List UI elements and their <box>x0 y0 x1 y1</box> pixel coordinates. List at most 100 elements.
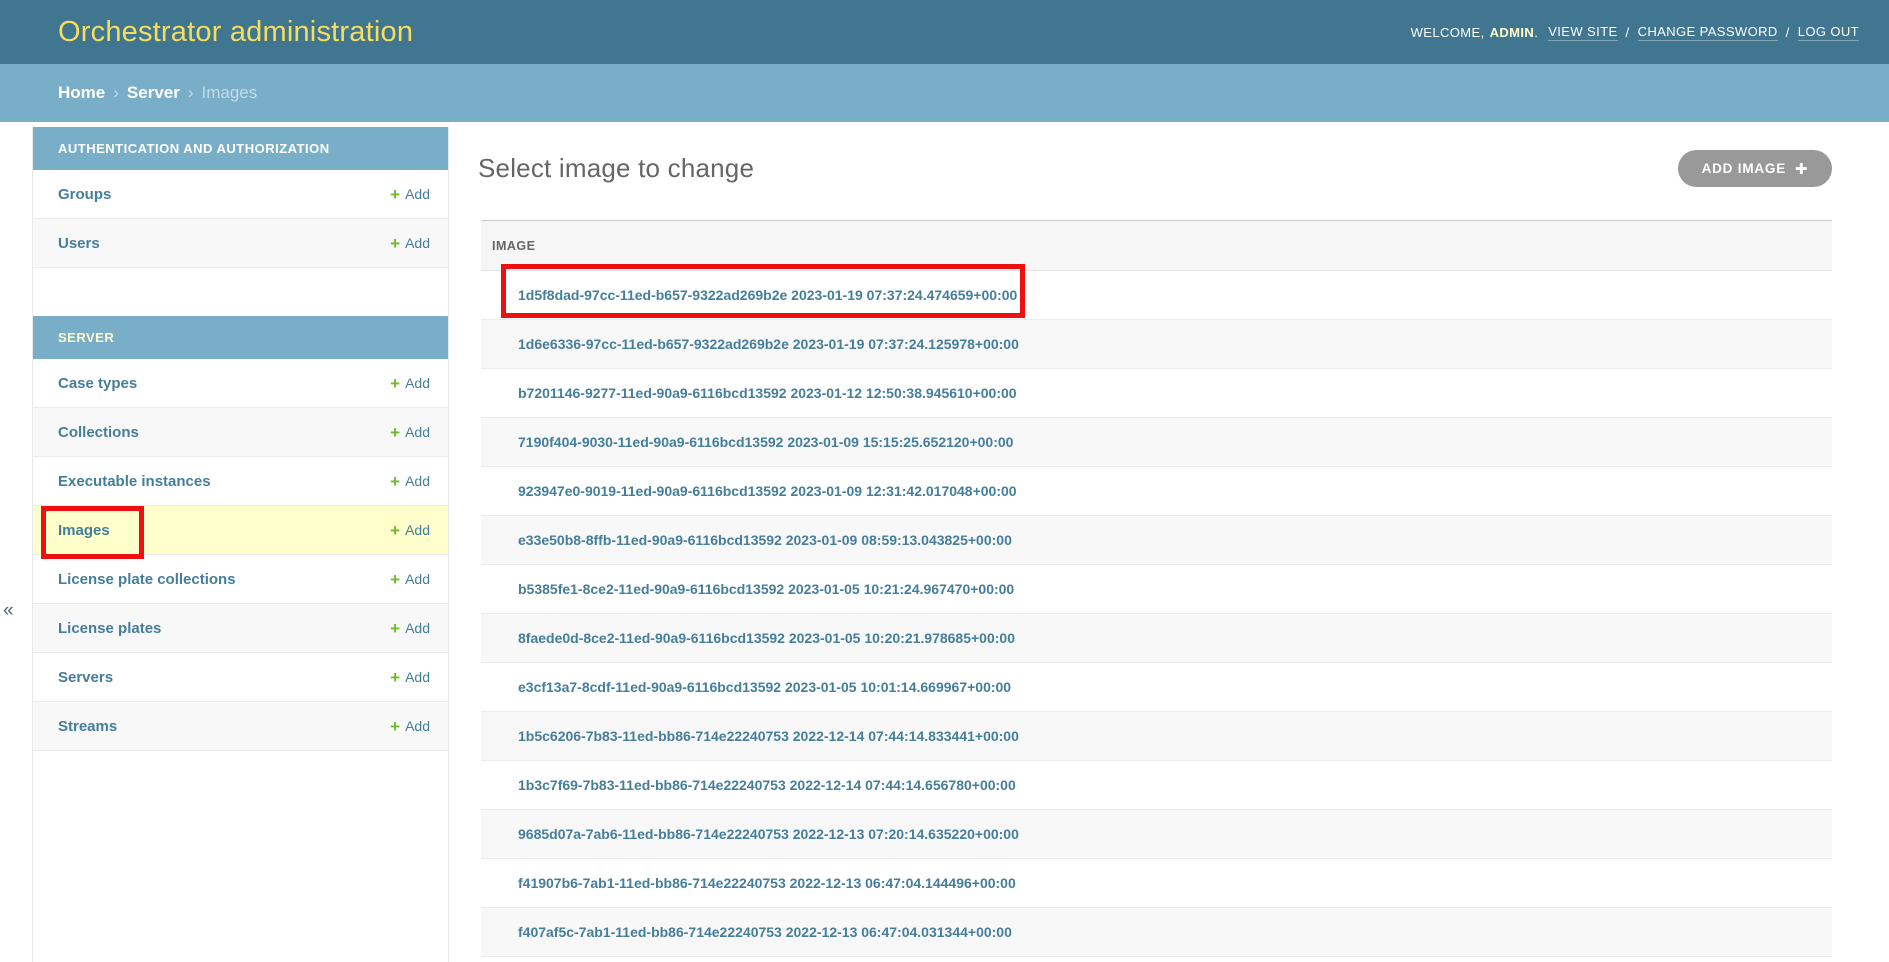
table-row: 1b5c6206-7b83-11ed-bb86-714e22240753 202… <box>481 712 1832 761</box>
sidebar-link-executable-instances[interactable]: Executable instances <box>58 473 211 490</box>
plus-icon: + <box>390 473 400 490</box>
add-image-button[interactable]: ADD IMAGE✚ <box>1678 150 1832 187</box>
sidebar-section-server: SERVER <box>33 316 448 359</box>
app-title[interactable]: Orchestrator administration <box>58 16 413 49</box>
add-label: Add <box>405 669 430 685</box>
user-tools-separator: / <box>1626 25 1630 40</box>
sidebar-item-collections: Collections + Add <box>33 408 448 457</box>
add-executable-instances-button[interactable]: + Add <box>390 473 430 490</box>
username: ADMIN <box>1490 25 1535 40</box>
table-row: f41907b6-7ab1-11ed-bb86-714e22240753 202… <box>481 859 1832 908</box>
image-link[interactable]: 8faede0d-8ce2-11ed-90a9-6116bcd13592 202… <box>518 630 1015 646</box>
sidebar-link-servers[interactable]: Servers <box>58 669 113 686</box>
add-label: Add <box>405 235 430 251</box>
add-label: Add <box>405 718 430 734</box>
plus-icon: + <box>390 186 400 203</box>
image-link[interactable]: 1b5c6206-7b83-11ed-bb86-714e22240753 202… <box>518 728 1019 744</box>
logout-link[interactable]: LOG OUT <box>1798 24 1859 41</box>
plus-icon: + <box>390 375 400 392</box>
table-row: 1d6e6336-97cc-11ed-b657-9322ad269b2e 202… <box>481 320 1832 369</box>
table-row: b7201146-9277-11ed-90a9-6116bcd13592 202… <box>481 369 1832 418</box>
add-servers-button[interactable]: + Add <box>390 669 430 686</box>
add-streams-button[interactable]: + Add <box>390 718 430 735</box>
add-images-button[interactable]: + Add <box>390 522 430 539</box>
sidebar-item-license-plates: License plates + Add <box>33 604 448 653</box>
table-row: b5385fe1-8ce2-11ed-90a9-6116bcd13592 202… <box>481 565 1832 614</box>
image-link[interactable]: 7190f404-9030-11ed-90a9-6116bcd13592 202… <box>518 434 1013 450</box>
add-label: Add <box>405 571 430 587</box>
plus-icon: + <box>390 620 400 637</box>
table-row: 1d5f8dad-97cc-11ed-b657-9322ad269b2e 202… <box>481 271 1832 320</box>
plus-icon: + <box>390 571 400 588</box>
add-groups-button[interactable]: + Add <box>390 186 430 203</box>
table-row: 8faede0d-8ce2-11ed-90a9-6116bcd13592 202… <box>481 614 1832 663</box>
user-tools-separator: / <box>1786 25 1790 40</box>
plus-icon: + <box>390 669 400 686</box>
breadcrumb-separator-icon: › <box>113 83 119 103</box>
add-label: Add <box>405 620 430 636</box>
image-link[interactable]: 9685d07a-7ab6-11ed-bb86-714e22240753 202… <box>518 826 1019 842</box>
image-link[interactable]: e3cf13a7-8cdf-11ed-90a9-6116bcd13592 202… <box>518 679 1011 695</box>
image-table: IMAGE 1d5f8dad-97cc-11ed-b657-9322ad269b… <box>481 220 1832 957</box>
add-license-plate-collections-button[interactable]: + Add <box>390 571 430 588</box>
breadcrumb-home[interactable]: Home <box>58 83 105 103</box>
sidebar-link-license-plate-collections[interactable]: License plate collections <box>58 571 236 588</box>
breadcrumb-server[interactable]: Server <box>127 83 180 103</box>
add-label: Add <box>405 375 430 391</box>
image-link[interactable]: 1d5f8dad-97cc-11ed-b657-9322ad269b2e 202… <box>518 287 1017 303</box>
plus-icon: + <box>390 235 400 252</box>
sidebar-link-groups[interactable]: Groups <box>58 186 111 203</box>
user-tools: WELCOME, ADMIN. VIEW SITE / CHANGE PASSWORD /… <box>1411 24 1863 41</box>
nav-sidebar: AUTHENTICATION AND AUTHORIZATION Groups … <box>32 127 449 962</box>
add-license-plates-button[interactable]: + Add <box>390 620 430 637</box>
table-row: f407af5c-7ab1-11ed-bb86-714e22240753 202… <box>481 908 1832 957</box>
sidebar-link-streams[interactable]: Streams <box>58 718 117 735</box>
sidebar-item-case-types: Case types + Add <box>33 359 448 408</box>
add-image-label: ADD IMAGE <box>1702 161 1786 176</box>
add-case-types-button[interactable]: + Add <box>390 375 430 392</box>
image-link[interactable]: e33e50b8-8ffb-11ed-90a9-6116bcd13592 202… <box>518 532 1012 548</box>
plus-icon: + <box>390 424 400 441</box>
image-link[interactable]: f41907b6-7ab1-11ed-bb86-714e22240753 202… <box>518 875 1016 891</box>
breadcrumb-current: Images <box>202 83 258 103</box>
sidebar-item-executable-instances: Executable instances + Add <box>33 457 448 506</box>
plus-icon: + <box>390 718 400 735</box>
image-link[interactable]: b7201146-9277-11ed-90a9-6116bcd13592 202… <box>518 385 1017 401</box>
table-row: 923947e0-9019-11ed-90a9-6116bcd13592 202… <box>481 467 1832 516</box>
username-period: . <box>1534 25 1538 40</box>
add-label: Add <box>405 186 430 202</box>
sidebar-section-authentication: AUTHENTICATION AND AUTHORIZATION <box>33 127 448 170</box>
image-link[interactable]: b5385fe1-8ce2-11ed-90a9-6116bcd13592 202… <box>518 581 1014 597</box>
sidebar-link-users[interactable]: Users <box>58 235 100 252</box>
sidebar-section-gap <box>33 268 448 316</box>
sidebar-link-images[interactable]: Images <box>58 522 110 539</box>
image-link[interactable]: 1d6e6336-97cc-11ed-b657-9322ad269b2e 202… <box>518 336 1019 352</box>
sidebar-link-collections[interactable]: Collections <box>58 424 139 441</box>
sidebar-link-license-plates[interactable]: License plates <box>58 620 161 637</box>
change-password-link[interactable]: CHANGE PASSWORD <box>1638 24 1778 41</box>
image-link[interactable]: f407af5c-7ab1-11ed-bb86-714e22240753 202… <box>518 924 1012 940</box>
view-site-link[interactable]: VIEW SITE <box>1548 24 1617 41</box>
plus-icon: + <box>390 522 400 539</box>
add-users-button[interactable]: + Add <box>390 235 430 252</box>
table-row: e3cf13a7-8cdf-11ed-90a9-6116bcd13592 202… <box>481 663 1832 712</box>
image-link[interactable]: 1b3c7f69-7b83-11ed-bb86-714e22240753 202… <box>518 777 1016 793</box>
breadcrumb: Home › Server › Images <box>0 64 1889 122</box>
sidebar-link-case-types[interactable]: Case types <box>58 375 137 392</box>
image-link[interactable]: 923947e0-9019-11ed-90a9-6116bcd13592 202… <box>518 483 1017 499</box>
app-header: Orchestrator administration WELCOME, ADMI… <box>0 0 1889 64</box>
welcome-text: WELCOME, <box>1411 25 1485 40</box>
sidebar-item-servers: Servers + Add <box>33 653 448 702</box>
table-row: e33e50b8-8ffb-11ed-90a9-6116bcd13592 202… <box>481 516 1832 565</box>
sidebar-item-streams: Streams + Add <box>33 702 448 751</box>
table-header-row: IMAGE <box>481 221 1832 271</box>
sidebar-collapse-icon[interactable]: « <box>3 599 25 623</box>
column-header-image: IMAGE <box>492 239 535 253</box>
add-label: Add <box>405 522 430 538</box>
add-label: Add <box>405 473 430 489</box>
add-label: Add <box>405 424 430 440</box>
breadcrumb-separator-icon: › <box>188 83 194 103</box>
sidebar-item-images: Images + Add <box>33 506 448 555</box>
add-collections-button[interactable]: + Add <box>390 424 430 441</box>
sidebar-item-users: Users + Add <box>33 219 448 268</box>
